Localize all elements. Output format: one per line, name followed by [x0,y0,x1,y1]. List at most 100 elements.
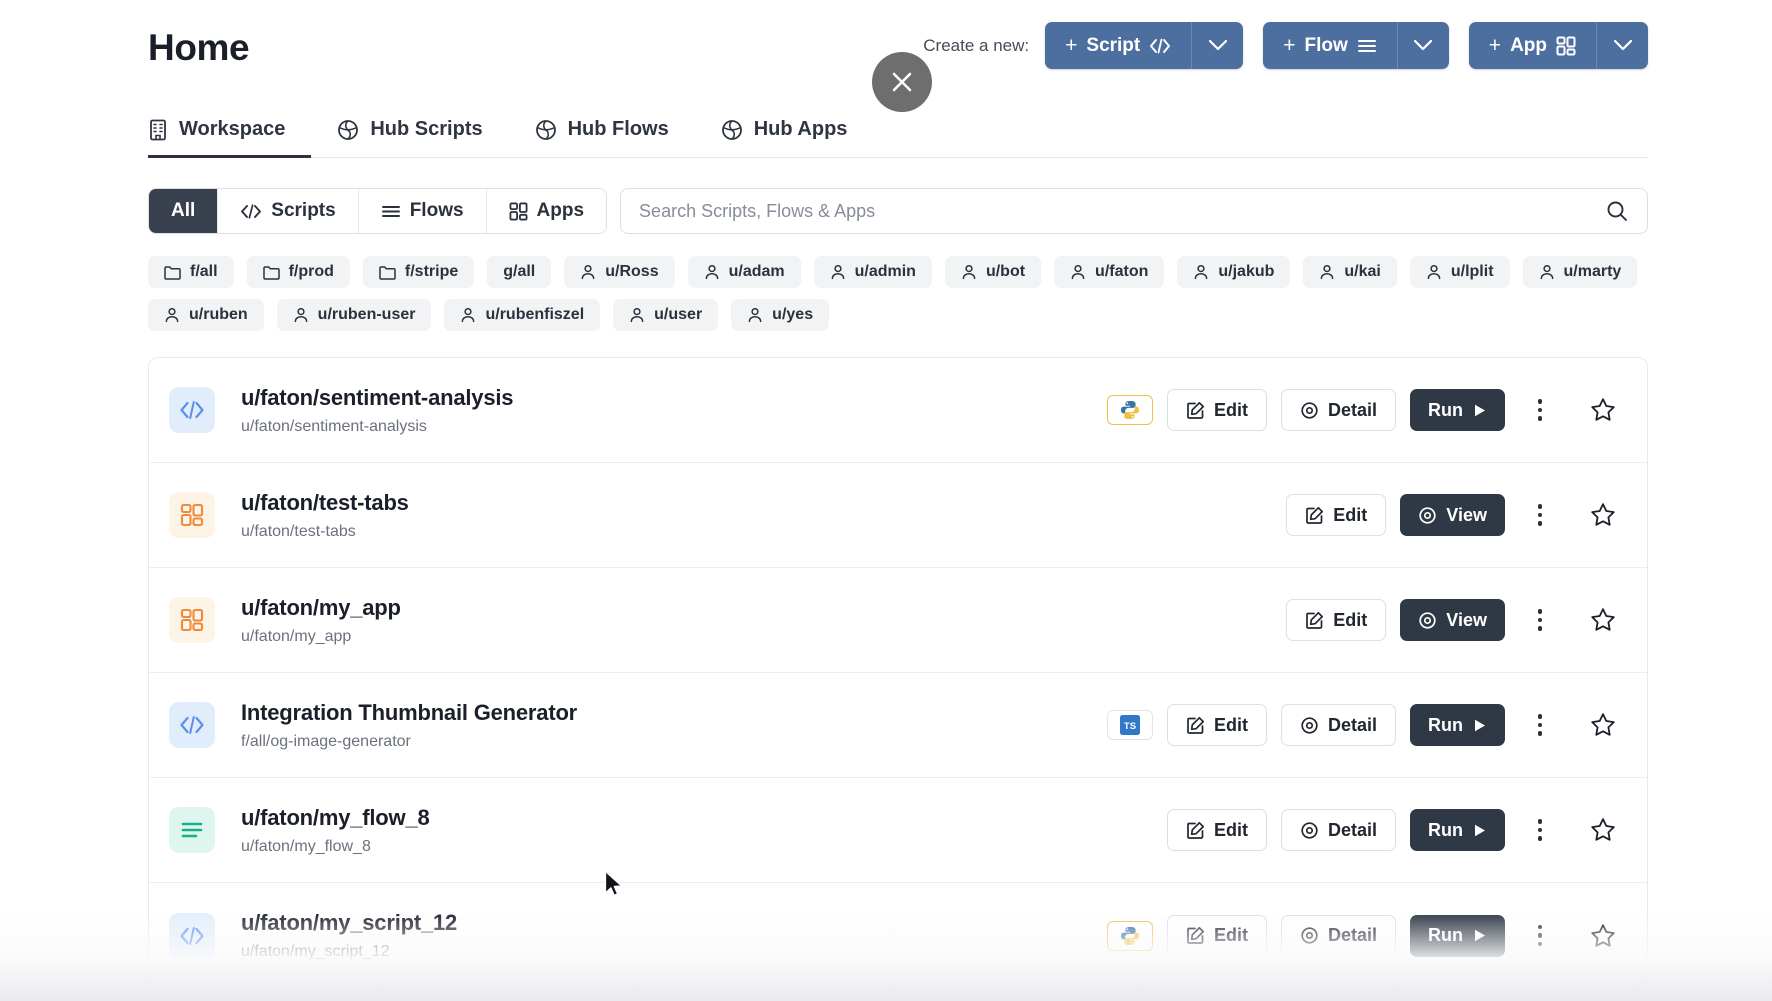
more-options-icon[interactable] [1525,389,1555,431]
svg-text:TS: TS [1124,721,1136,732]
detail-button[interactable]: Detail [1280,704,1396,746]
star-icon[interactable] [1583,599,1623,641]
filter-all[interactable]: All [149,189,219,233]
chip-u-admin[interactable]: u/admin [813,256,932,288]
detail-button-label: Detail [1327,819,1377,840]
detail-button[interactable]: Detail [1280,389,1396,431]
chip-f-stripe[interactable]: f/stripe [362,256,475,288]
edit-button-label: Edit [1213,399,1248,420]
more-options-icon[interactable] [1525,494,1555,536]
chip-f-prod[interactable]: f/prod [246,256,350,288]
list-item-actions: Edit Detail Run [1106,389,1623,431]
tab-hub-apps[interactable]: Hub Apps [695,118,874,157]
chip-u-jakub[interactable]: u/jakub [1177,256,1291,288]
more-options-icon[interactable] [1525,809,1555,851]
create-app-dropdown-toggle[interactable] [1596,22,1648,69]
star-icon[interactable] [1583,809,1623,851]
search-input[interactable] [639,200,1605,222]
chip-u-ruben[interactable]: u/ruben [148,299,264,331]
chip-u-marty[interactable]: u/marty [1522,256,1638,288]
edit-button[interactable]: Edit [1286,599,1387,641]
eye-icon [1300,821,1319,840]
run-button[interactable]: Run [1410,389,1505,431]
edit-button[interactable]: Edit [1286,494,1387,536]
star-icon[interactable] [1583,704,1623,746]
page-title: Home [148,27,250,68]
grid-icon [509,202,528,221]
list-item[interactable]: Integration Thumbnail Generator f/all/og-… [149,673,1647,778]
list-item[interactable]: u/faton/my_script_12 u/faton/my_script_12… [149,883,1647,988]
detail-button[interactable]: Detail [1280,809,1396,851]
list-item[interactable]: u/faton/test-tabs u/faton/test-tabs Edit Vi… [149,463,1647,568]
edit-button[interactable]: Edit [1166,914,1267,957]
flow-icon [1357,38,1377,54]
grid-icon [1556,36,1576,56]
run-button-label: Run [1428,714,1463,735]
edit-button[interactable]: Edit [1166,704,1267,746]
more-options-icon[interactable] [1525,704,1555,746]
chip-u-lplit[interactable]: u/lplit [1409,256,1510,288]
run-button[interactable]: Run [1410,914,1505,957]
list-item[interactable]: u/faton/my_app u/faton/my_app Edit View [149,568,1647,673]
edit-button[interactable]: Edit [1166,389,1267,431]
chip-u-faton[interactable]: u/faton [1054,256,1165,288]
python-language-badge [1106,920,1153,951]
chip-u-user[interactable]: u/user [613,299,719,331]
view-button[interactable]: View [1400,599,1505,641]
home-page: Home Create a new: + Script + Flow + App… [0,0,1772,1001]
list-item-title: u/faton/sentiment-analysis [241,384,514,410]
chip-u-bot[interactable]: u/bot [944,256,1042,288]
pencil-icon [1305,611,1324,630]
tab-hub-scripts[interactable]: Hub Scripts [311,118,508,157]
close-icon[interactable] [872,52,932,112]
chip-g-all[interactable]: g/all [487,256,552,288]
star-icon[interactable] [1583,915,1623,957]
create-flow-dropdown-toggle[interactable] [1396,22,1449,69]
chip-label: u/lplit [1450,263,1494,280]
list-item[interactable]: u/faton/sentiment-analysis u/faton/sentim… [149,358,1647,463]
chip-u-kai[interactable]: u/kai [1303,256,1397,288]
search-box[interactable] [620,188,1648,234]
detail-button-label: Detail [1327,925,1377,945]
run-button[interactable]: Run [1410,809,1505,851]
run-button[interactable]: Run [1410,704,1505,746]
chip-u-rubenfiszel[interactable]: u/rubenfiszel [444,299,601,331]
detail-button[interactable]: Detail [1280,914,1396,957]
create-script-dropdown-toggle[interactable] [1191,22,1244,69]
create-flow-button[interactable]: + Flow [1263,22,1397,69]
create-flow-split-button[interactable]: + Flow [1263,22,1449,69]
user-icon [830,264,846,280]
more-options-icon[interactable] [1525,599,1555,641]
create-app-button[interactable]: + App [1468,22,1596,69]
user-icon [747,307,763,323]
edit-button[interactable]: Edit [1166,809,1267,851]
more-options-icon[interactable] [1525,915,1555,957]
filter-flows[interactable]: Flows [358,189,487,233]
star-icon[interactable] [1583,389,1623,431]
chip-label: u/ruben [189,306,248,323]
tab-workspace[interactable]: Workspace [148,118,312,158]
list-item-title: u/faton/my_flow_8 [241,804,430,830]
view-button[interactable]: View [1400,494,1505,536]
create-script-split-button[interactable]: + Script [1045,22,1244,69]
chevron-down-icon [1613,40,1632,51]
chip-u-yes[interactable]: u/yes [731,299,830,331]
create-new-group: Create a new: + Script + Flow + App [923,22,1648,69]
filter-scripts[interactable]: Scripts [218,189,359,233]
globe-icon [337,119,359,141]
chip-label: f/prod [288,263,334,280]
list-item-actions: TS Edit Detail Run [1106,704,1623,746]
user-icon [1193,264,1209,280]
create-app-split-button[interactable]: + App [1468,22,1648,69]
create-script-button[interactable]: + Script [1045,22,1192,69]
chip-label: u/kai [1344,263,1381,280]
chip-f-all[interactable]: f/all [148,256,234,288]
chip-u-adam[interactable]: u/adam [687,256,801,288]
star-icon[interactable] [1583,494,1623,536]
chip-u-ruben-user[interactable]: u/ruben-user [276,299,432,331]
list-item[interactable]: u/faton/my_flow_8 u/faton/my_flow_8 Edit De… [149,778,1647,883]
filter-apps[interactable]: Apps [486,189,607,233]
search-icon[interactable] [1605,199,1629,223]
tab-hub-flows[interactable]: Hub Flows [509,118,695,157]
chip-u-Ross[interactable]: u/Ross [564,256,675,288]
